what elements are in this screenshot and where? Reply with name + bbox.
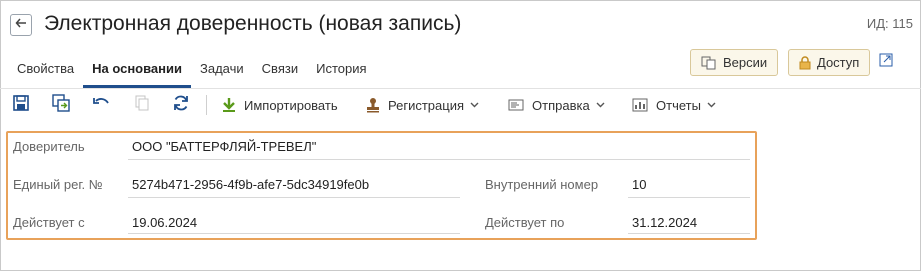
import-label: Импортировать — [244, 97, 338, 113]
access-button[interactable]: Доступ — [788, 49, 871, 76]
send-dropdown[interactable]: Отправка — [508, 94, 605, 116]
tab-tasks[interactable]: Задачи — [191, 54, 253, 88]
save-and-close-button[interactable] — [50, 93, 72, 117]
reports-label: Отчеты — [656, 97, 701, 113]
send-icon — [508, 99, 524, 111]
stamp-icon — [366, 97, 380, 113]
valid-from-underline — [128, 233, 460, 234]
copy-button[interactable] — [131, 94, 153, 116]
reg-no-label: Единый рег. № — [13, 177, 103, 192]
arrow-left-icon — [15, 16, 27, 34]
save-close-icon — [52, 93, 70, 117]
internal-no-field[interactable]: 10 — [632, 177, 646, 192]
back-button[interactable] — [10, 14, 32, 36]
open-external-icon — [879, 53, 893, 72]
undo-button[interactable] — [90, 94, 112, 116]
open-external-button[interactable] — [876, 52, 896, 72]
internal-no-label: Внутренний номер — [485, 177, 599, 192]
valid-to-underline — [628, 233, 750, 234]
lock-icon — [799, 55, 811, 70]
save-icon — [13, 94, 29, 116]
principal-field[interactable]: ООО "БАТТЕРФЛЯЙ-ТРЕВЕЛ" — [132, 139, 316, 154]
tab-history[interactable]: История — [307, 54, 375, 88]
import-button[interactable]: Импортировать — [222, 94, 338, 116]
versions-button[interactable]: Версии — [690, 49, 779, 76]
valid-to-field[interactable]: 31.12.2024 — [632, 215, 697, 230]
valid-from-label: Действует с — [13, 215, 85, 230]
refresh-icon — [172, 94, 190, 117]
report-icon — [632, 98, 648, 112]
reg-no-underline — [128, 197, 460, 198]
chevron-down-icon — [596, 102, 605, 108]
internal-no-underline — [628, 197, 750, 198]
chevron-down-icon — [470, 102, 479, 108]
reports-dropdown[interactable]: Отчеты — [632, 94, 716, 116]
registration-dropdown[interactable]: Регистрация — [366, 94, 479, 116]
versions-icon — [701, 56, 717, 70]
reg-no-field[interactable]: 5274b471-2956-4f9b-afe7-5dc34919fe0b — [132, 177, 369, 192]
tab-properties[interactable]: Свойства — [8, 54, 83, 88]
page-title: Электронная доверенность (новая запись) — [44, 12, 462, 35]
principal-label: Доверитель — [13, 139, 85, 154]
download-arrow-icon — [222, 97, 236, 113]
registration-label: Регистрация — [388, 97, 464, 113]
valid-to-label: Действует по — [485, 215, 565, 230]
save-button[interactable] — [10, 94, 32, 116]
undo-icon — [92, 96, 110, 115]
toolbar-separator — [206, 95, 207, 115]
refresh-button[interactable] — [170, 94, 192, 116]
valid-from-field[interactable]: 19.06.2024 — [132, 215, 197, 230]
copy-icon — [134, 95, 150, 116]
tab-links[interactable]: Связи — [253, 54, 307, 88]
versions-label: Версии — [723, 55, 768, 70]
access-label: Доступ — [817, 55, 860, 70]
send-label: Отправка — [532, 97, 590, 113]
tab-based-on[interactable]: На основании — [83, 54, 191, 88]
principal-underline — [128, 159, 750, 160]
chevron-down-icon — [707, 102, 716, 108]
record-id: ИД: 115 — [866, 16, 913, 31]
tab-bar: Свойства На основании Задачи Связи Истор… — [8, 54, 376, 88]
